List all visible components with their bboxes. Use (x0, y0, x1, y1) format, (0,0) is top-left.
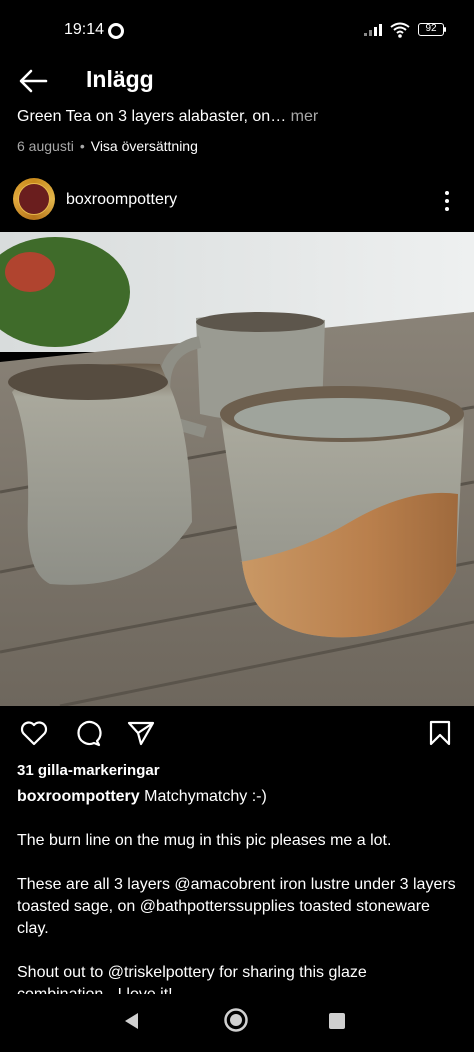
page-title: Inlägg (86, 66, 154, 92)
post-meta: 6 augusti • Visa översättning (17, 138, 198, 154)
likes-count[interactable]: 31 gilla-markeringar (17, 762, 160, 779)
author-row: boxroompottery (0, 176, 474, 224)
caption-preview[interactable]: Green Tea on 3 layers alabaster, on… mer (17, 108, 318, 126)
share-icon[interactable] (127, 720, 155, 746)
signal-icon (364, 24, 382, 36)
nav-home-icon[interactable] (223, 1007, 249, 1033)
post-date: 6 augusti (17, 138, 74, 154)
caption-paragraph: Shout out to @triskelpottery for sharing… (17, 964, 367, 994)
caption-username[interactable]: boxroompottery (17, 788, 140, 805)
status-dot-icon (108, 23, 124, 39)
avatar-logo (18, 183, 50, 215)
nav-recents-icon[interactable] (329, 1013, 345, 1029)
header: Inlägg (0, 58, 474, 104)
wifi-icon (390, 22, 410, 38)
post-image[interactable] (0, 232, 474, 706)
avatar[interactable] (13, 178, 55, 220)
status-bar: 19:14 92 (0, 0, 474, 60)
caption: boxroompottery Matchymatchy :-) The burn… (17, 786, 457, 994)
translate-link[interactable]: Visa översättning (91, 138, 198, 154)
photo-flowers (5, 252, 55, 292)
battery-icon: 92 (418, 23, 444, 36)
caption-preview-text: Green Tea on 3 layers alabaster, on… (17, 108, 287, 125)
caption-paragraph: These are all 3 layers @amacobrent iron … (17, 876, 456, 937)
bookmark-icon[interactable] (429, 720, 451, 746)
system-nav-bar (0, 996, 474, 1052)
action-row (0, 712, 474, 754)
comment-icon[interactable] (74, 720, 102, 748)
heart-icon[interactable] (20, 720, 48, 746)
nav-back-icon[interactable] (122, 1011, 140, 1031)
battery-tip (444, 27, 446, 32)
status-time: 19:14 (64, 21, 105, 38)
meta-separator: • (79, 138, 85, 154)
more-vertical-icon[interactable] (440, 190, 454, 212)
caption-paragraph: The burn line on the mug in this pic ple… (17, 832, 392, 849)
author-name[interactable]: boxroompottery (66, 191, 177, 209)
caption-title: Matchymatchy :-) (139, 788, 267, 805)
back-arrow-icon[interactable] (18, 68, 48, 94)
caption-first-line: boxroompottery Matchymatchy :-) (17, 786, 457, 808)
more-link[interactable]: mer (286, 108, 319, 125)
